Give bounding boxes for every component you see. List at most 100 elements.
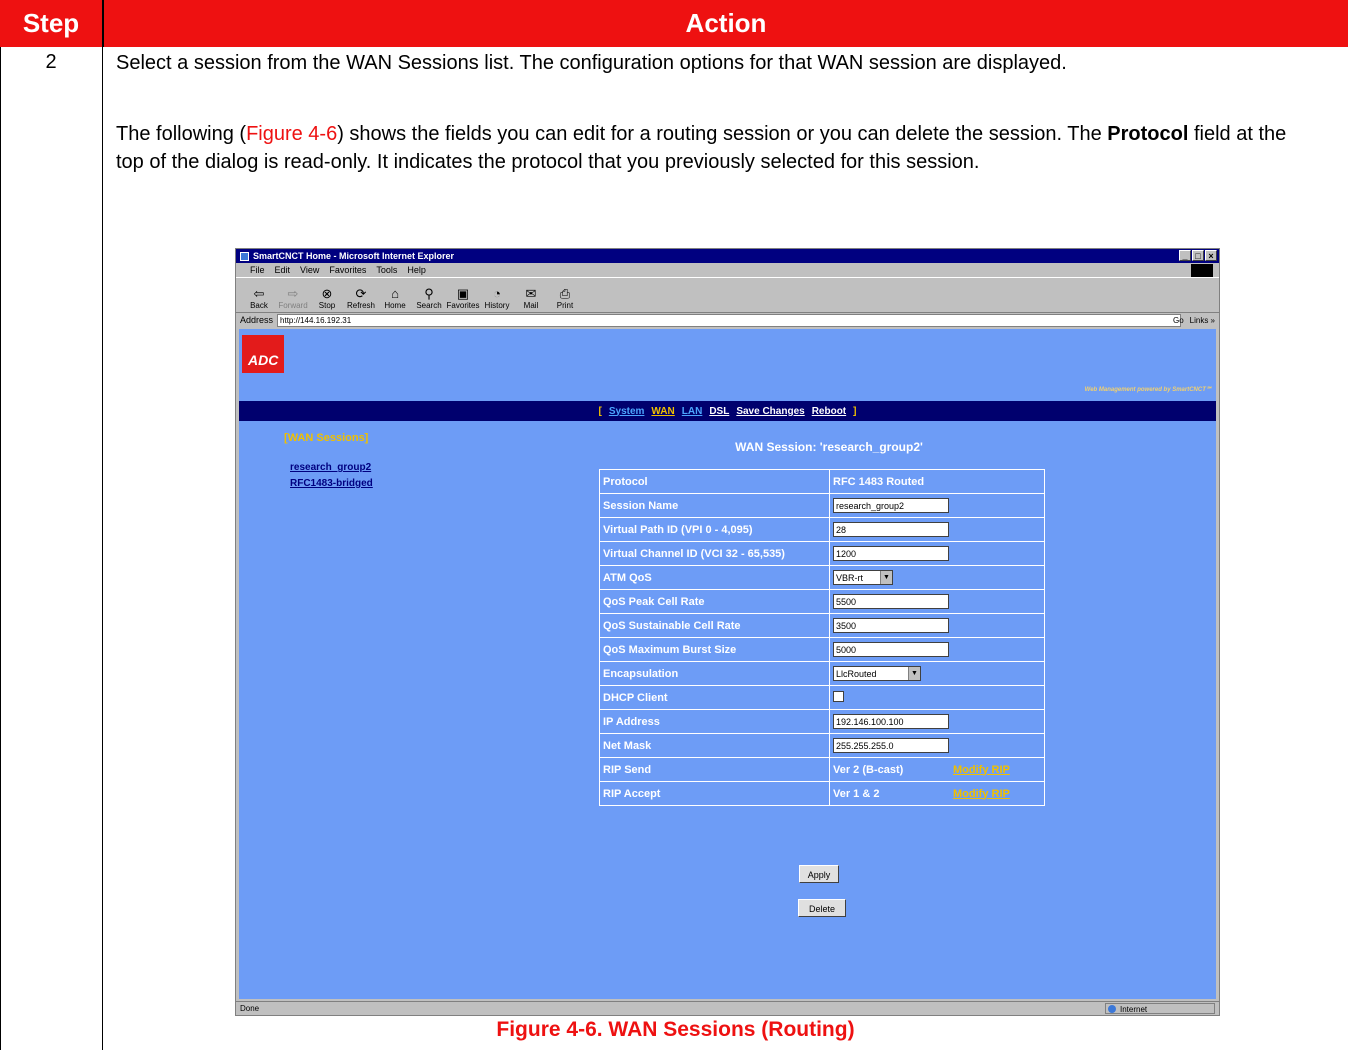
forward-button[interactable]: ⇨ Forward — [278, 286, 308, 312]
table-row: ATM QoS VBR-rt ▼ — [599, 565, 1045, 590]
back-arrow-icon: ⇦ — [253, 286, 265, 301]
figure-caption: Figure 4-6. WAN Sessions (Routing) — [496, 1018, 855, 1041]
step-number: 2 — [45, 51, 57, 73]
rip-accept-value: Ver 1 & 2 — [833, 787, 880, 800]
windows-logo-icon — [1191, 264, 1213, 277]
history-icon: ◔ — [493, 286, 501, 301]
history-button[interactable]: ◔ History — [482, 286, 512, 312]
table-row: Net Mask 255.255.255.0 — [599, 733, 1045, 758]
table-row: Encapsulation LlcRouted ▼ — [599, 661, 1045, 686]
session-form: Protocol RFC 1483 Routed Session Name rese… — [599, 469, 1045, 806]
stop-button[interactable]: ⊗ Stop — [312, 286, 342, 312]
status-text: Done — [240, 1004, 260, 1013]
table-row: QoS Sustainable Cell Rate 3500 — [599, 613, 1045, 638]
menu-view[interactable]: View — [300, 265, 319, 275]
header-action: Action — [104, 0, 1348, 47]
menu-bar: File Edit View Favorites Tools Help — [236, 263, 1219, 277]
table-row: Virtual Path ID (VPI 0 - 4,095) 28 — [599, 517, 1045, 542]
main-nav: [ System WAN LAN DSL Save Changes Reboot… — [239, 401, 1216, 421]
favorites-button[interactable]: ▣ Favorites — [447, 286, 480, 312]
window-title: SmartCNCT Home - Microsoft Internet Expl… — [253, 251, 455, 261]
mail-icon: ✉ — [525, 286, 537, 301]
ie-icon — [240, 251, 249, 261]
stop-icon: ⊗ — [321, 286, 333, 301]
minimize-button[interactable]: _ — [1179, 250, 1191, 261]
paragraph-1: Select a session from the WAN Sessions l… — [116, 52, 1067, 74]
encapsulation-select[interactable]: LlcRouted ▼ — [833, 666, 921, 681]
home-button[interactable]: ⌂ Home — [380, 286, 410, 312]
table-row: QoS Maximum Burst Size 5000 — [599, 637, 1045, 662]
sidebar-item-rfc1483-bridged[interactable]: RFC1483-bridged — [290, 478, 373, 489]
address-input[interactable]: http://144.16.192.31 — [277, 313, 1182, 327]
table-row: QoS Peak Cell Rate 5500 — [599, 589, 1045, 614]
title-bar: SmartCNCT Home - Microsoft Internet Expl… — [236, 249, 1219, 263]
protocol-value: RFC 1483 Routed — [829, 469, 1045, 494]
status-bar: Done Internet — [236, 1001, 1219, 1015]
figure-reference-link[interactable]: Figure 4-6 — [246, 123, 337, 145]
security-zone: Internet — [1105, 1003, 1215, 1014]
nav-system[interactable]: System — [609, 406, 645, 417]
table-row: DHCP Client — [599, 685, 1045, 710]
delete-button[interactable]: Delete — [798, 899, 846, 917]
address-bar: Address http://144.16.192.31 Go Links » — [236, 313, 1219, 327]
go-button[interactable]: Go — [1173, 316, 1184, 325]
sustainable-cell-rate-field[interactable]: 3500 — [833, 618, 949, 633]
table-border-left — [0, 47, 1, 1050]
header-step: Step — [0, 0, 102, 47]
search-icon: ⚲ — [424, 286, 434, 301]
table-border-mid — [102, 47, 103, 1050]
links-button[interactable]: Links » — [1190, 316, 1215, 325]
vci-field[interactable]: 1200 — [833, 546, 949, 561]
table-row: Session Name research_group2 — [599, 493, 1045, 518]
table-row: Virtual Channel ID (VCI 32 - 65,535) 1200 — [599, 541, 1045, 566]
ip-address-field[interactable]: 192.146.100.100 — [833, 714, 949, 729]
chevron-down-icon: ▼ — [880, 571, 892, 584]
menu-tools[interactable]: Tools — [376, 265, 397, 275]
table-row: IP Address 192.146.100.100 — [599, 709, 1045, 734]
address-label: Address — [240, 315, 274, 325]
nav-lan[interactable]: LAN — [682, 406, 703, 417]
nav-wan[interactable]: WAN — [651, 406, 674, 417]
dhcp-client-checkbox[interactable] — [833, 690, 844, 702]
browser-window: SmartCNCT Home - Microsoft Internet Expl… — [235, 248, 1220, 1016]
print-button[interactable]: ⎙ Print — [550, 286, 580, 312]
refresh-icon: ⟳ — [355, 286, 367, 301]
apply-button[interactable]: Apply — [799, 865, 839, 883]
toolbar: ⇦ Back ⇨ Forward ⊗ Stop ⟳ Refresh ⌂ Home ⚲ Sea… — [236, 277, 1219, 313]
search-button[interactable]: ⚲ Search — [414, 286, 444, 312]
sidebar-item-research-group2[interactable]: research_group2 — [290, 462, 371, 473]
nav-reboot[interactable]: Reboot — [812, 406, 846, 417]
menu-edit[interactable]: Edit — [275, 265, 291, 275]
refresh-button[interactable]: ⟳ Refresh — [346, 286, 376, 312]
table-row: RIP Send Ver 2 (B-cast) Modify RIP — [599, 757, 1045, 782]
paragraph-2: The following (Figure 4-6) shows the fie… — [116, 123, 1287, 173]
max-burst-size-field[interactable]: 5000 — [833, 642, 949, 657]
session-name-field[interactable]: research_group2 — [833, 498, 949, 513]
menu-help[interactable]: Help — [407, 265, 426, 275]
home-icon: ⌂ — [391, 286, 399, 301]
close-button[interactable]: × — [1205, 250, 1217, 261]
chevron-down-icon: ▼ — [908, 667, 920, 680]
forward-arrow-icon: ⇨ — [287, 286, 299, 301]
modify-rip-send-link[interactable]: Modify RIP — [953, 764, 1010, 776]
session-title: WAN Session: 'research_group2' — [735, 440, 923, 454]
page-content: ADC Web Management powered by SmartCNCT℠… — [239, 329, 1216, 999]
maximize-button[interactable]: □ — [1192, 250, 1204, 261]
modify-rip-accept-link[interactable]: Modify RIP — [953, 788, 1010, 800]
menu-favorites[interactable]: Favorites — [329, 265, 366, 275]
favorites-icon: ▣ — [456, 286, 470, 301]
back-button[interactable]: ⇦ Back — [244, 286, 274, 312]
mail-button[interactable]: ✉ Mail — [516, 286, 546, 312]
net-mask-field[interactable]: 255.255.255.0 — [833, 738, 949, 753]
print-icon: ⎙ — [559, 286, 571, 301]
nav-save-changes[interactable]: Save Changes — [736, 406, 804, 417]
powered-by-text: Web Management powered by SmartCNCT℠ — [1084, 387, 1212, 393]
menu-file[interactable]: File — [250, 265, 265, 275]
rip-send-value: Ver 2 (B-cast) — [833, 763, 904, 776]
sidebar-title: [WAN Sessions] — [284, 432, 369, 444]
nav-dsl[interactable]: DSL — [709, 406, 729, 417]
atm-qos-select[interactable]: VBR-rt ▼ — [833, 570, 893, 585]
table-row: Protocol RFC 1483 Routed — [599, 469, 1045, 494]
vpi-field[interactable]: 28 — [833, 522, 949, 537]
peak-cell-rate-field[interactable]: 5500 — [833, 594, 949, 609]
